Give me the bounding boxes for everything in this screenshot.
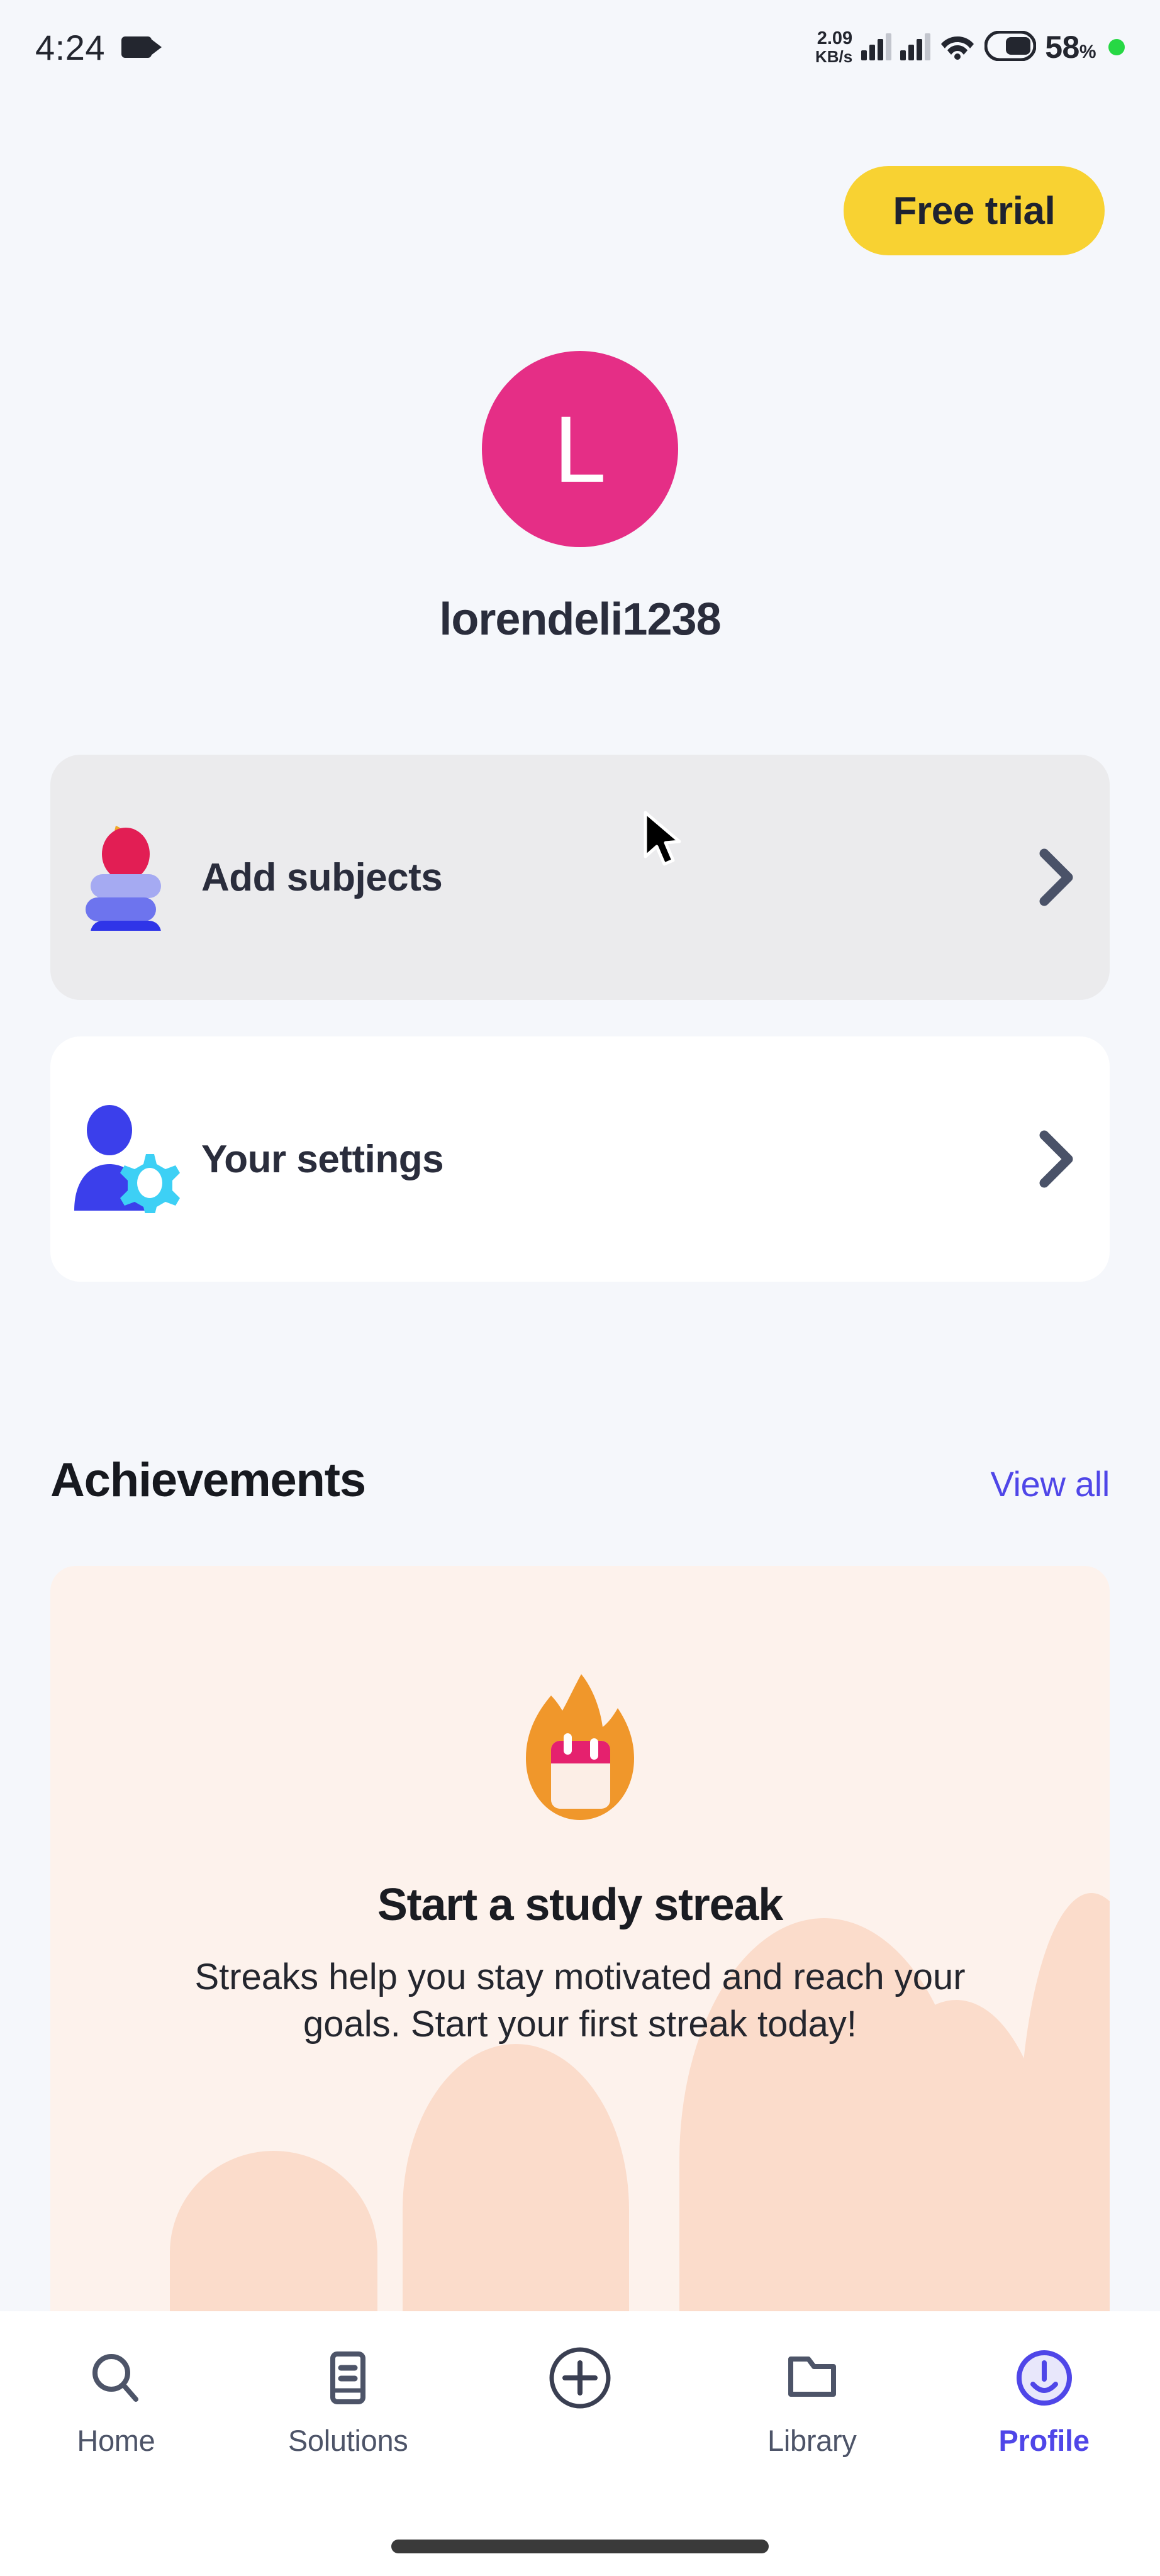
folder-icon: [784, 2346, 840, 2409]
app-screen: 4:24 2.09 KB/s 58% Free trial L lorendel…: [0, 0, 1160, 2576]
menu-item-label: Your settings: [201, 1137, 444, 1181]
nav-item-create[interactable]: [464, 2346, 696, 2423]
decorative-blob: [1019, 1893, 1110, 2311]
wifi-icon: [939, 31, 976, 64]
network-speed-value: 2.09: [817, 28, 853, 48]
achievement-card-body: Streaks help you stay motivated and reac…: [194, 1957, 966, 2045]
view-all-link[interactable]: View all: [990, 1463, 1110, 1504]
achievement-card-title: Start a study streak: [377, 1880, 783, 1930]
battery-percent: 58%: [1045, 30, 1096, 65]
home-gesture-bar[interactable]: [391, 2540, 769, 2553]
status-bar-clock: 4:24: [35, 27, 105, 67]
battery-icon: [984, 30, 1037, 64]
person-gear-icon: [50, 1105, 201, 1213]
green-recording-dot: [1108, 39, 1125, 55]
nav-item-home[interactable]: Home: [0, 2346, 232, 2458]
nav-item-library[interactable]: Library: [696, 2346, 928, 2458]
chevron-right-icon: [1003, 847, 1110, 908]
avatar[interactable]: L: [482, 351, 678, 547]
nav-item-solutions[interactable]: Solutions: [232, 2346, 464, 2458]
nav-item-label: Solutions: [287, 2424, 408, 2457]
mouse-pointer-icon: [642, 810, 687, 875]
decorative-blob: [403, 2044, 629, 2311]
search-icon: [88, 2346, 143, 2409]
menu-item-your-settings[interactable]: Your settings: [50, 1036, 1110, 1282]
apple-on-books-icon: [50, 824, 201, 931]
network-speed-unit: KB/s: [815, 47, 853, 66]
nav-item-profile[interactable]: Profile: [928, 2346, 1160, 2458]
plus-circle-icon: [547, 2346, 613, 2409]
achievements-header: Achievements View all: [50, 1453, 1110, 1507]
cellular-signal-icon: [861, 33, 892, 60]
menu-item-label: Add subjects: [201, 855, 443, 899]
network-speed-indicator: 2.09 KB/s: [815, 28, 853, 66]
nav-item-label: Library: [767, 2424, 857, 2457]
username: lorendeli1238: [439, 594, 721, 645]
flame-calendar-streak-icon: [505, 1669, 655, 1826]
achievements-title: Achievements: [50, 1453, 366, 1507]
profile-icon: [1014, 2346, 1074, 2409]
chevron-right-icon: [1003, 1129, 1110, 1189]
document-icon: [323, 2346, 373, 2409]
video-camera-icon: [121, 36, 162, 58]
nav-item-label: Home: [77, 2424, 155, 2457]
achievement-card-study-streak[interactable]: Start a study streak Streaks help you st…: [50, 1566, 1110, 2311]
free-trial-button[interactable]: Free trial: [844, 166, 1105, 255]
decorative-blob: [170, 2151, 377, 2311]
status-bar-right: 2.09 KB/s 58%: [815, 29, 1125, 65]
menu-item-add-subjects[interactable]: Add subjects: [50, 755, 1110, 1000]
nav-item-label: Profile: [998, 2424, 1090, 2457]
cellular-signal-icon: [900, 33, 931, 60]
status-bar-left: 4:24: [35, 27, 162, 68]
bottom-navigation-bar: Home Solutions Library Profile: [0, 2311, 1160, 2576]
status-bar: 4:24 2.09 KB/s 58%: [0, 0, 1160, 94]
